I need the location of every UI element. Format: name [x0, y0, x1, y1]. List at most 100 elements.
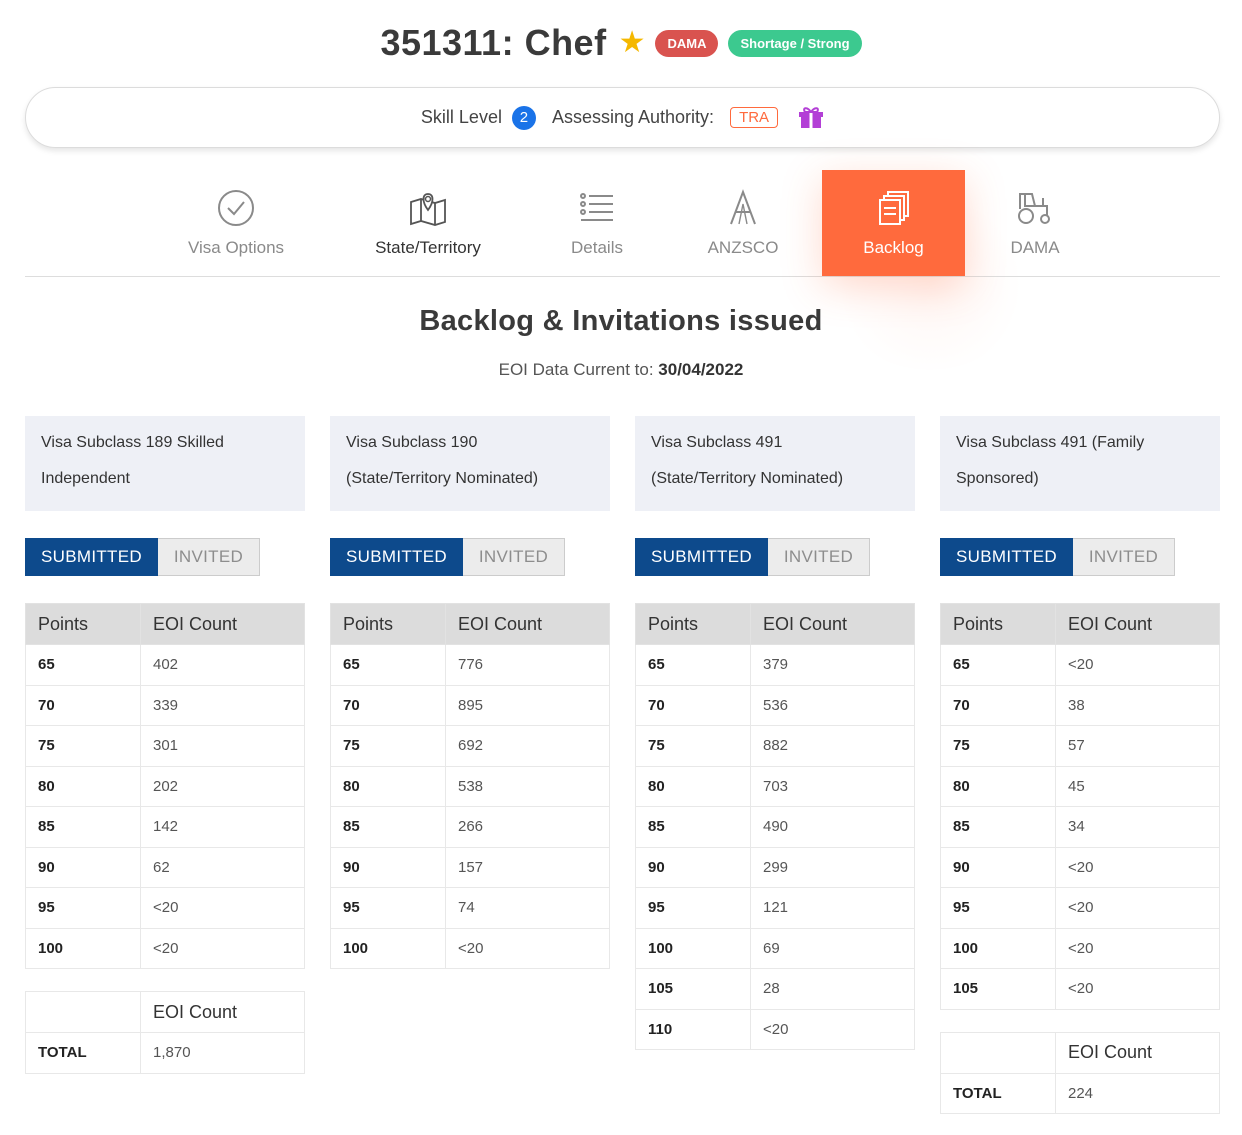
total-blank-header: [940, 1031, 1056, 1074]
eoi-count-cell: 74: [445, 887, 610, 929]
page-header: 351311: Chef ★ DAMA Shortage / Strong: [0, 18, 1242, 68]
table-row: 75 301: [25, 725, 305, 767]
eoi-count-cell: 490: [750, 806, 915, 848]
table-row: 100 69: [635, 928, 915, 969]
points-cell: 100: [25, 928, 141, 969]
invited-button[interactable]: INVITED: [1073, 538, 1175, 576]
total-row: TOTAL 224: [940, 1073, 1220, 1114]
tab-visa-options[interactable]: Visa Options: [165, 170, 307, 276]
points-cell: 70: [635, 685, 751, 726]
table-row: 90 62: [25, 847, 305, 888]
eoi-count-cell: 895: [445, 685, 610, 726]
tab-label: State/Territory: [375, 238, 481, 257]
points-cell: 80: [25, 766, 141, 807]
table-row: 70 536: [635, 685, 915, 726]
eoi-date: EOI Data Current to: 30/04/2022: [0, 360, 1242, 380]
page-title: 351311: Chef: [380, 22, 607, 63]
table-row: 100 <20: [330, 928, 610, 969]
eoi-count-cell: 45: [1055, 766, 1220, 807]
eoi-count-cell: 202: [140, 766, 305, 807]
points-cell: 95: [940, 887, 1056, 929]
eoi-count-cell: <20: [140, 928, 305, 969]
table-row: 75 882: [635, 725, 915, 767]
table-row: 70 339: [25, 685, 305, 726]
visa-subclass-line1: Visa Subclass 190: [346, 434, 478, 451]
eoi-count-cell: 692: [445, 725, 610, 767]
points-cell: 75: [635, 725, 751, 767]
visa-subclass-line1: Visa Subclass 491: [651, 434, 783, 451]
points-cell: 65: [25, 644, 141, 686]
table-header-row: Points EOI Count: [635, 603, 915, 645]
tab-dama[interactable]: DAMA: [995, 170, 1075, 276]
points-cell: 95: [25, 887, 141, 929]
table-header-row: Points EOI Count: [940, 603, 1220, 645]
eoi-count-cell: <20: [140, 887, 305, 929]
visa-subclass-line2: (State/Territory Nominated): [651, 470, 844, 487]
tab-bar: Visa Options State/Territory Details ANZ…: [25, 170, 1220, 277]
eoi-count-cell: 69: [750, 928, 915, 969]
tab-state-territory[interactable]: State/Territory: [355, 170, 501, 276]
eoi-count-cell: 402: [140, 644, 305, 686]
visa-subclass-line2: (State/Territory Nominated): [346, 470, 539, 487]
submitted-button[interactable]: SUBMITTED: [940, 538, 1073, 576]
points-cell: 95: [330, 887, 446, 929]
invited-button[interactable]: INVITED: [463, 538, 565, 576]
tab-label: Backlog: [863, 238, 924, 257]
table-row: 110 <20: [635, 1009, 915, 1050]
table-row: 75 57: [940, 725, 1220, 767]
tab-label: Visa Options: [187, 238, 285, 257]
points-cell: 85: [940, 806, 1056, 848]
points-cell: 90: [940, 847, 1056, 888]
invited-button[interactable]: INVITED: [768, 538, 870, 576]
eoi-count-cell: 121: [750, 887, 915, 929]
dama-badge: DAMA: [655, 29, 719, 57]
total-table: EOI Count TOTAL 224: [940, 1031, 1220, 1115]
points-cell: 80: [940, 766, 1056, 807]
eoi-count-cell: 157: [445, 847, 610, 888]
table-header-row: EOI Count: [940, 1031, 1220, 1074]
points-cell: 90: [25, 847, 141, 888]
total-label: TOTAL: [940, 1073, 1056, 1114]
skill-level-label: Skill Level: [420, 107, 502, 127]
shortage-badge: Shortage / Strong: [728, 29, 862, 57]
table-row: 100 <20: [940, 928, 1220, 969]
points-cell: 75: [25, 725, 141, 767]
tab-details[interactable]: Details: [549, 170, 645, 276]
authority-badge[interactable]: TRA: [730, 107, 779, 128]
points-header: Points: [330, 603, 446, 645]
table-row: 90 <20: [940, 847, 1220, 888]
points-cell: 70: [25, 685, 141, 726]
letter-a-icon: [730, 189, 756, 225]
total-blank-header: [25, 991, 141, 1033]
status-toggle: SUBMITTED INVITED: [25, 538, 260, 576]
eoi-table: Points EOI Count 65 776 70 895 75 692 80 538 85 266…: [330, 603, 610, 969]
submitted-button[interactable]: SUBMITTED: [330, 538, 463, 576]
points-cell: 75: [940, 725, 1056, 767]
visa-subclass-header: Visa Subclass 190 (State/Territory Nomina…: [330, 416, 610, 511]
eoi-count-cell: 339: [140, 685, 305, 726]
eoi-count-cell: 299: [750, 847, 915, 888]
points-header: Points: [25, 603, 141, 645]
invited-button[interactable]: INVITED: [158, 538, 260, 576]
points-cell: 105: [940, 968, 1056, 1010]
eoi-count-header: EOI Count: [1055, 603, 1220, 645]
table-row: 65 402: [25, 644, 305, 686]
visa-subclass-header: Visa Subclass 491 (Family Sponsored): [940, 416, 1220, 511]
eoi-count-header: EOI Count: [445, 603, 610, 645]
status-toggle: SUBMITTED INVITED: [940, 538, 1175, 576]
visa-column: Visa Subclass 189 Skilled Independent SUBM…: [25, 416, 305, 1074]
points-cell: 90: [635, 847, 751, 888]
eoi-count-cell: 266: [445, 806, 610, 848]
tab-backlog[interactable]: Backlog: [822, 170, 965, 276]
eoi-count-cell: 62: [140, 847, 305, 888]
tab-anzsco[interactable]: ANZSCO: [695, 170, 791, 276]
submitted-button[interactable]: SUBMITTED: [25, 538, 158, 576]
table-row: 85 490: [635, 806, 915, 848]
star-icon[interactable]: ★: [619, 28, 646, 58]
eoi-count-cell: 301: [140, 725, 305, 767]
eoi-count-cell: <20: [1055, 644, 1220, 686]
points-cell: 70: [330, 685, 446, 726]
tractor-icon: [1018, 193, 1050, 224]
submitted-button[interactable]: SUBMITTED: [635, 538, 768, 576]
gift-icon[interactable]: [798, 106, 824, 130]
